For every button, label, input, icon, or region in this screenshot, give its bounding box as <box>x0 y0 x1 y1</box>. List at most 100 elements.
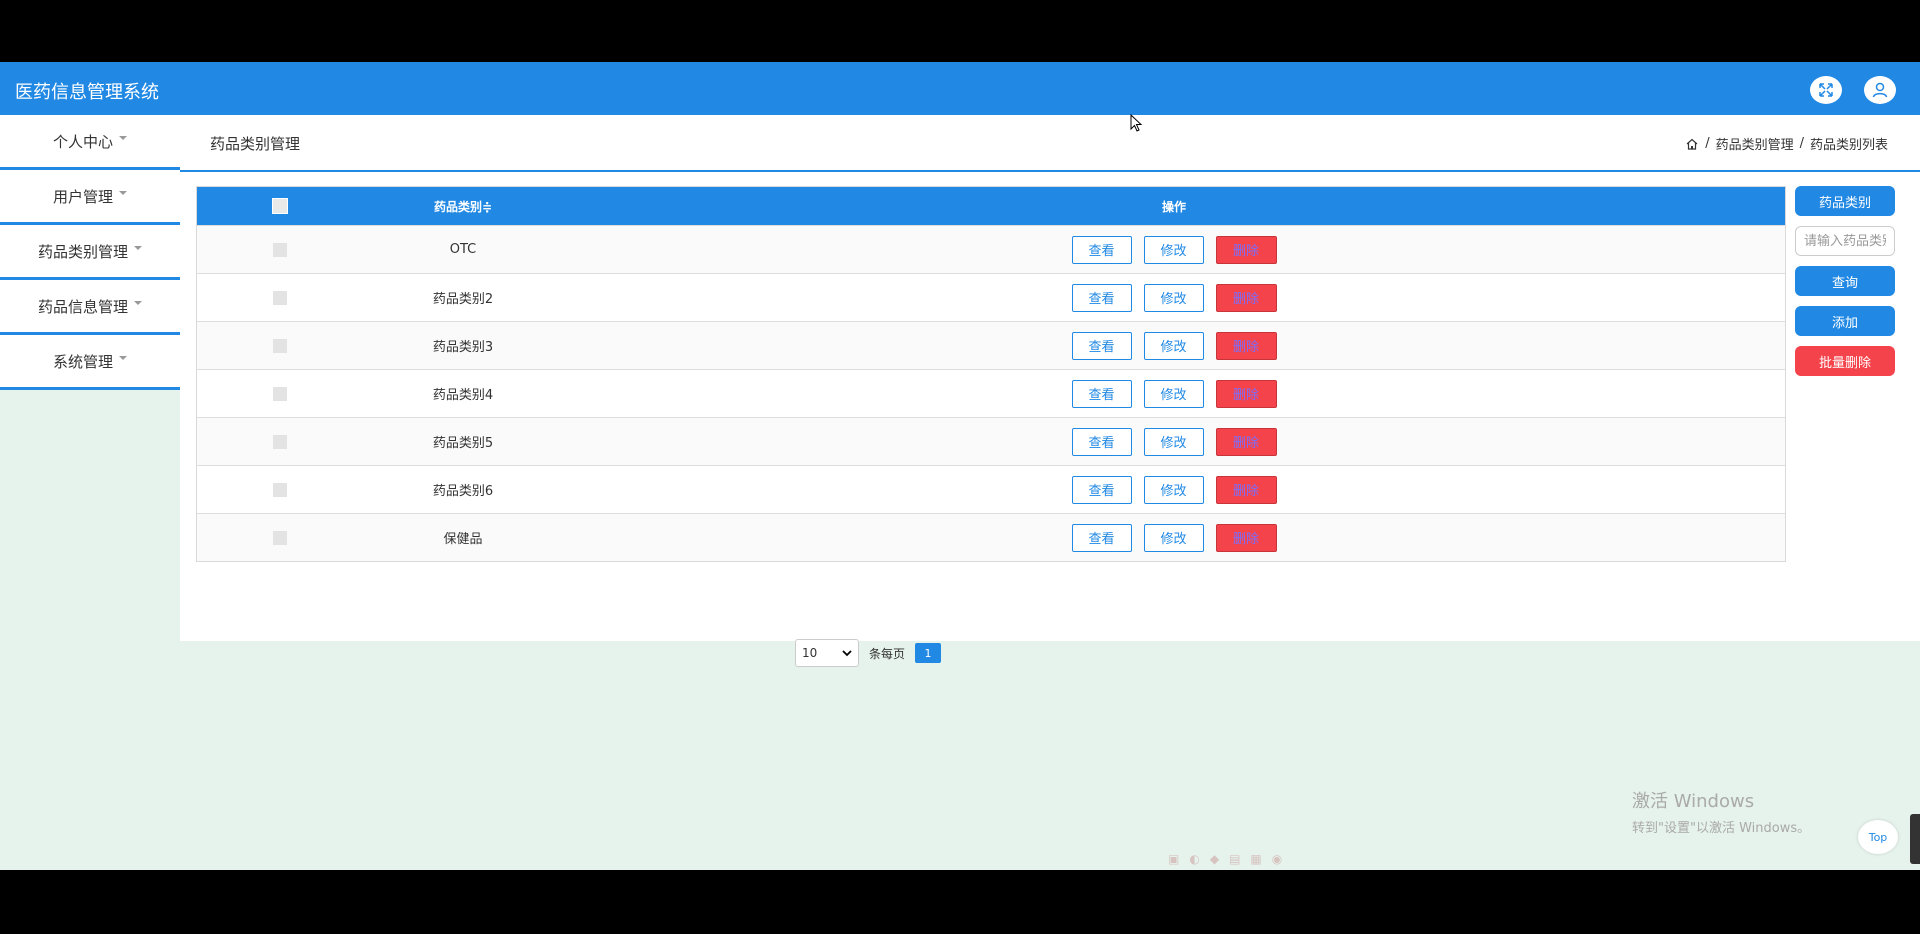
tray-icon: ◉ <box>1271 852 1283 866</box>
sidebar: 个人中心 用户管理 药品类别管理 药品信息管理 系统管理 <box>0 115 180 390</box>
row-checkbox[interactable] <box>273 482 287 497</box>
row-checkbox[interactable] <box>273 434 287 449</box>
edit-button[interactable]: 修改 <box>1143 379 1204 408</box>
pagination: 10 条每页 1 <box>795 639 942 667</box>
category-filter-label-button[interactable]: 药品类别 <box>1795 186 1895 216</box>
sidebar-item-drug-category-management[interactable]: 药品类别管理 <box>0 225 180 280</box>
watermark-line-1: 激活 Windows <box>1632 791 1755 812</box>
edit-button[interactable]: 修改 <box>1143 523 1204 552</box>
category-name-cell: 药品类别5 <box>432 436 494 451</box>
breadcrumb-item: 药品类别列表 <box>1809 138 1888 153</box>
add-button[interactable]: 添加 <box>1795 306 1895 336</box>
view-button[interactable]: 查看 <box>1071 235 1132 264</box>
table-header: 药品类别≑ 操作 <box>197 187 1785 225</box>
tray-icon: ▣ <box>1168 852 1180 866</box>
row-checkbox[interactable] <box>273 530 287 545</box>
delete-button[interactable]: 删除 <box>1215 427 1277 456</box>
batch-delete-button[interactable]: 批量删除 <box>1795 346 1895 376</box>
page-number-button[interactable]: 1 <box>915 643 942 663</box>
sidebar-item-label: 系统管理 <box>52 352 113 371</box>
edit-button[interactable]: 修改 <box>1143 331 1204 360</box>
view-button[interactable]: 查看 <box>1071 427 1132 456</box>
search-input[interactable] <box>1795 226 1895 256</box>
view-button[interactable]: 查看 <box>1071 283 1132 312</box>
caret-down-icon <box>119 356 127 360</box>
sidebar-item-label: 个人中心 <box>52 132 113 151</box>
category-name-cell: 药品类别2 <box>432 292 494 307</box>
caret-down-icon <box>119 191 127 195</box>
expand-icon <box>1819 83 1833 97</box>
tray-icon: ◐ <box>1189 852 1200 866</box>
edit-button[interactable]: 修改 <box>1143 283 1204 312</box>
delete-button[interactable]: 删除 <box>1215 379 1277 408</box>
view-button[interactable]: 查看 <box>1071 331 1132 360</box>
table-row: 药品类别6 查看 修改 删除 <box>197 465 1785 513</box>
column-header-operations: 操作 <box>1161 199 1186 214</box>
category-name-cell: 保健品 <box>443 532 483 547</box>
tray-icon: ◆ <box>1209 852 1220 866</box>
page-header: 药品类别管理 / 药品类别管理 / 药品类别列表 <box>180 115 1920 172</box>
caret-down-icon <box>119 136 127 140</box>
select-all-checkbox[interactable] <box>272 198 288 214</box>
tray-icon: ▦ <box>1250 852 1262 866</box>
row-checkbox[interactable] <box>273 338 287 353</box>
table-row: 药品类别3 查看 修改 删除 <box>197 321 1785 369</box>
row-checkbox[interactable] <box>273 242 287 257</box>
search-panel: 药品类别 查询 添加 批量删除 <box>1795 186 1895 386</box>
watermark-line-2: 转到"设置"以激活 Windows。 <box>1632 821 1811 836</box>
category-name-cell: 药品类别6 <box>432 484 494 499</box>
sidebar-item-user-management[interactable]: 用户管理 <box>0 170 180 225</box>
windows-activation-watermark: 激活 Windows 转到"设置"以激活 Windows。 <box>1632 787 1810 836</box>
delete-button[interactable]: 删除 <box>1215 235 1277 264</box>
caret-down-icon <box>134 301 142 305</box>
delete-button[interactable]: 删除 <box>1215 475 1277 504</box>
sidebar-item-label: 用户管理 <box>52 187 113 206</box>
breadcrumb-separator: / <box>1799 136 1804 151</box>
table-row: 保健品 查看 修改 删除 <box>197 513 1785 561</box>
category-name-cell: 药品类别4 <box>432 388 494 403</box>
column-header-category[interactable]: 药品类别≑ <box>363 198 563 215</box>
tray-icon: ▤ <box>1229 852 1241 866</box>
sidebar-item-label: 药品信息管理 <box>37 297 128 316</box>
taskbar-tray-icons: ▣ ◐ ◆ ▤ ▦ ◉ <box>1168 852 1282 866</box>
caret-down-icon <box>134 246 142 250</box>
category-name-cell: 药品类别3 <box>432 340 494 355</box>
breadcrumb: / 药品类别管理 / 药品类别列表 <box>1685 134 1888 153</box>
page-size-value: 10 <box>802 646 818 660</box>
row-checkbox[interactable] <box>273 290 287 305</box>
breadcrumb-separator: / <box>1705 136 1710 151</box>
app-viewport: 医药信息管理系统 个人中心 用户管理 药品类别管理 药品信息管理 系统管理 药品… <box>0 62 1920 870</box>
category-name-cell: OTC <box>449 242 477 257</box>
sidebar-item-system-management[interactable]: 系统管理 <box>0 335 180 390</box>
fullscreen-button[interactable] <box>1810 76 1842 104</box>
mouse-cursor-icon <box>1130 114 1143 132</box>
table-row: 药品类别2 查看 修改 删除 <box>197 273 1785 321</box>
back-to-top-button[interactable]: Top <box>1858 820 1898 854</box>
delete-button[interactable]: 删除 <box>1215 283 1277 312</box>
view-button[interactable]: 查看 <box>1071 475 1132 504</box>
scroll-edge-handle[interactable] <box>1910 814 1920 864</box>
table-row: OTC 查看 修改 删除 <box>197 225 1785 273</box>
edit-button[interactable]: 修改 <box>1143 427 1204 456</box>
edit-button[interactable]: 修改 <box>1143 235 1204 264</box>
home-icon[interactable] <box>1685 137 1699 151</box>
table-row: 药品类别5 查看 修改 删除 <box>197 417 1785 465</box>
data-table: 药品类别≑ 操作 OTC 查看 修改 删除 药品类别2 查看 修改 删除 药品类别3 查看 修改 删除… <box>196 186 1786 562</box>
query-button[interactable]: 查询 <box>1795 266 1895 296</box>
page-size-select[interactable]: 10 <box>795 639 859 667</box>
user-profile-button[interactable] <box>1864 76 1896 104</box>
view-button[interactable]: 查看 <box>1071 523 1132 552</box>
sidebar-item-drug-info-management[interactable]: 药品信息管理 <box>0 280 180 335</box>
page-size-label: 条每页 <box>869 646 906 661</box>
chevron-down-icon <box>842 650 852 657</box>
delete-button[interactable]: 删除 <box>1215 523 1277 552</box>
sidebar-item-personal-center[interactable]: 个人中心 <box>0 115 180 170</box>
edit-button[interactable]: 修改 <box>1143 475 1204 504</box>
delete-button[interactable]: 删除 <box>1215 331 1277 360</box>
row-checkbox[interactable] <box>273 386 287 401</box>
breadcrumb-item[interactable]: 药品类别管理 <box>1716 134 1794 153</box>
app-title: 医药信息管理系统 <box>15 82 159 103</box>
top-bar: 医药信息管理系统 <box>0 62 1920 115</box>
user-icon <box>1872 82 1888 98</box>
view-button[interactable]: 查看 <box>1071 379 1132 408</box>
